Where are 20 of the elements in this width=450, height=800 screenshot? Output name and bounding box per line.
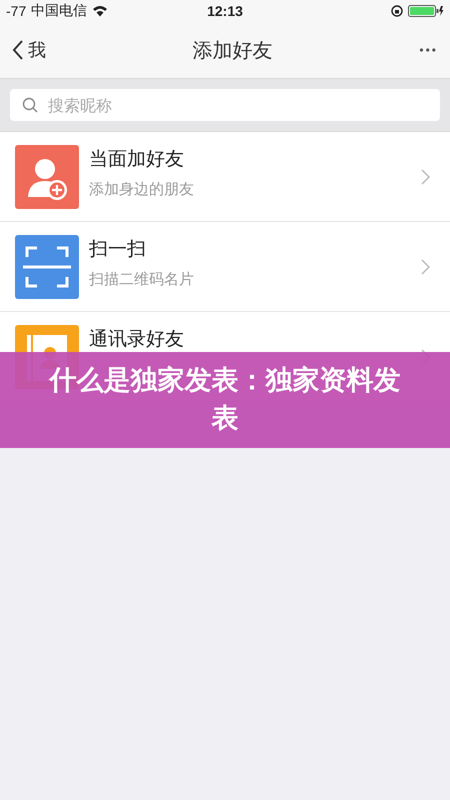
- rotation-lock-icon: [391, 5, 403, 17]
- item-title: 通讯录好友: [89, 327, 185, 352]
- item-title: 扫一扫: [89, 237, 147, 262]
- item-title: 当面加好友: [89, 147, 185, 172]
- clock: 12:13: [207, 3, 243, 19]
- page-title: 添加好友: [192, 36, 273, 64]
- chevron-right-icon: [421, 168, 430, 184]
- more-button[interactable]: •••: [419, 43, 438, 57]
- carrier-name: 中国电信: [31, 2, 88, 20]
- item-subtitle: 扫描二维码名片: [89, 270, 195, 289]
- signal-strength: -77: [6, 3, 26, 19]
- banner-title: 什么是独家发表：独家资料发表: [48, 364, 402, 436]
- wifi-icon: [92, 5, 108, 17]
- chevron-right-icon: [421, 258, 430, 274]
- back-button[interactable]: 我: [12, 38, 46, 62]
- search-icon: [22, 97, 38, 113]
- item-subtitle: 添加身边的朋友: [89, 180, 195, 199]
- chevron-left-icon: [12, 39, 24, 61]
- battery-icon: [408, 5, 444, 17]
- search-field[interactable]: 搜索昵称: [10, 89, 440, 121]
